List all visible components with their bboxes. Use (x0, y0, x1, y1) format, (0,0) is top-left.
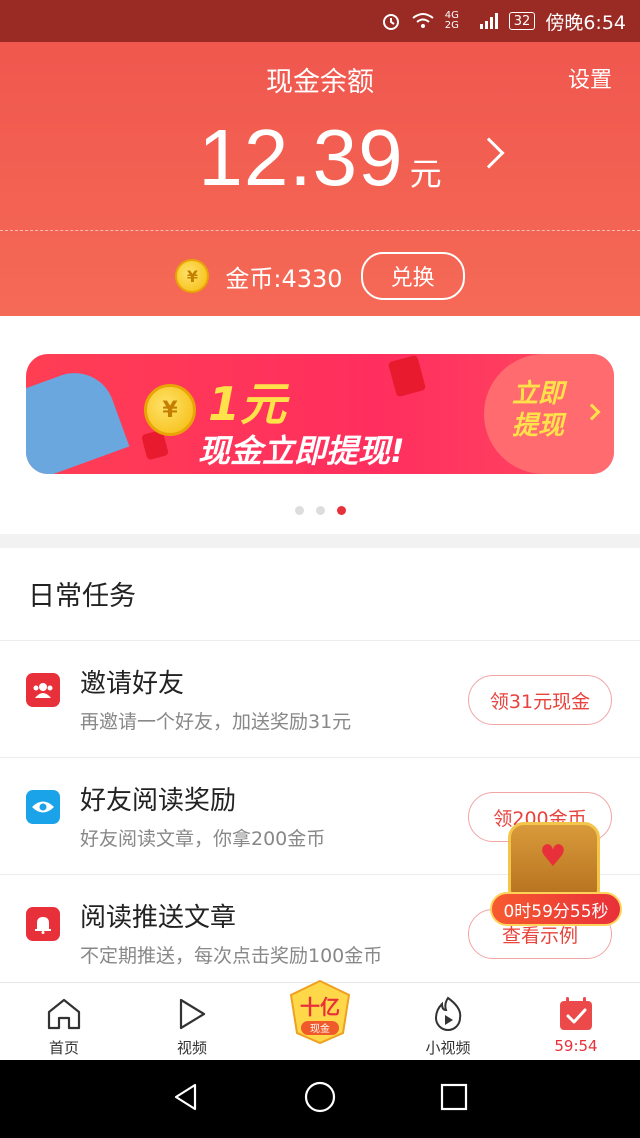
carousel-dot[interactable] (315, 506, 325, 515)
bottom-nav: 首页 视频 十亿 现金 小视频 59:54 (0, 979, 640, 1060)
carousel-dot-active[interactable] (336, 506, 346, 515)
nav-label: 首页 (48, 1039, 79, 1057)
task-desc: 好友阅读文章，你拿200金币 (80, 828, 326, 850)
task-invite-friends[interactable]: 邀请好友 再邀请一个好友，加送奖励31元 领31元现金 (0, 640, 640, 757)
billion-cash-badge-icon: 十亿 现金 (289, 979, 351, 1045)
hand-illustration (26, 361, 130, 474)
battery-indicator: 32 (508, 12, 536, 30)
settings-button[interactable]: 设置 (568, 62, 612, 94)
task-name: 邀请好友 (80, 669, 185, 699)
signal-icon (479, 13, 499, 29)
banner-cta-line1: 立即 (512, 379, 565, 409)
status-time: 傍晚6:54 (545, 11, 626, 34)
short-video-icon (429, 995, 467, 1033)
calendar-check-icon (557, 995, 595, 1033)
section-title: 日常任务 (28, 581, 136, 612)
recents-icon[interactable] (439, 1082, 469, 1116)
coin-balance: 金币:4330 (225, 264, 343, 293)
claim-cash-button[interactable]: 领31元现金 (468, 675, 612, 725)
eye-icon (26, 790, 60, 824)
system-nav-bar (0, 1060, 640, 1138)
dashed-divider (0, 230, 640, 231)
coin-row: ¥ 金币:4330 兑换 (0, 252, 640, 300)
nav-short-video[interactable]: 小视频 (384, 983, 512, 1060)
back-icon[interactable] (171, 1082, 201, 1116)
checkin-timer: 59:54 (554, 1037, 598, 1055)
carousel-dots (0, 506, 640, 515)
task-desc: 不定期推送，每次点击奖励100金币 (80, 945, 383, 967)
invite-friends-icon (26, 673, 60, 707)
banner-cta-line2: 提现 (512, 411, 565, 441)
alarm-icon (381, 11, 401, 31)
nav-checkin[interactable]: 59:54 (512, 983, 640, 1060)
balance-value: 12.39 (198, 113, 404, 202)
badge-title: 十亿 (300, 995, 340, 1019)
nav-label: 小视频 (425, 1039, 471, 1057)
network-indicator: 4G 2G (444, 10, 459, 31)
page-title: 现金余额 (266, 67, 374, 98)
play-icon (173, 995, 211, 1033)
nav-label: 视频 (176, 1039, 207, 1057)
nav-billion-cash[interactable]: 十亿 现金 (256, 979, 384, 1060)
home-icon (45, 995, 83, 1033)
heart-icon: ♥ (539, 839, 567, 874)
wifi-icon (411, 12, 435, 30)
banner-amount: 1元 (208, 377, 287, 431)
treasure-chest-icon[interactable]: ♥ (498, 812, 608, 902)
gold-coin-icon: ¥ (175, 259, 210, 293)
coin-illustration: ¥ (144, 384, 196, 436)
red-envelope-icon (387, 354, 427, 398)
status-bar: 4G 2G 32 傍晚6:54 (0, 0, 640, 42)
countdown-timer[interactable]: 0时59分55秒 (490, 892, 622, 926)
task-desc: 再邀请一个好友，加送奖励31元 (80, 711, 352, 733)
banner-cta[interactable]: 立即 提现 (512, 378, 596, 442)
balance-header: 现金余额 设置 12.39 元 ¥ 金币:4330 兑换 (0, 42, 640, 316)
banner-subtitle: 现金立即提现! (198, 432, 405, 470)
badge-subtitle: 现金 (310, 1022, 330, 1035)
home-circle-icon[interactable] (303, 1080, 337, 1118)
withdraw-banner[interactable]: ¥ 1元 现金立即提现! 立即 提现 (26, 354, 614, 474)
banner-section: ¥ 1元 现金立即提现! 立即 提现 (0, 316, 640, 534)
chevron-right-icon[interactable] (473, 137, 505, 169)
exchange-button[interactable]: 兑换 (360, 252, 465, 300)
nav-video[interactable]: 视频 (128, 983, 256, 1060)
balance-unit: 元 (409, 155, 442, 193)
task-name: 阅读推送文章 (80, 903, 237, 933)
carousel-dot[interactable] (294, 506, 304, 515)
bell-icon (26, 907, 60, 941)
task-name: 好友阅读奖励 (80, 786, 237, 816)
balance-row[interactable]: 12.39 元 (0, 112, 640, 204)
nav-home[interactable]: 首页 (0, 983, 128, 1060)
